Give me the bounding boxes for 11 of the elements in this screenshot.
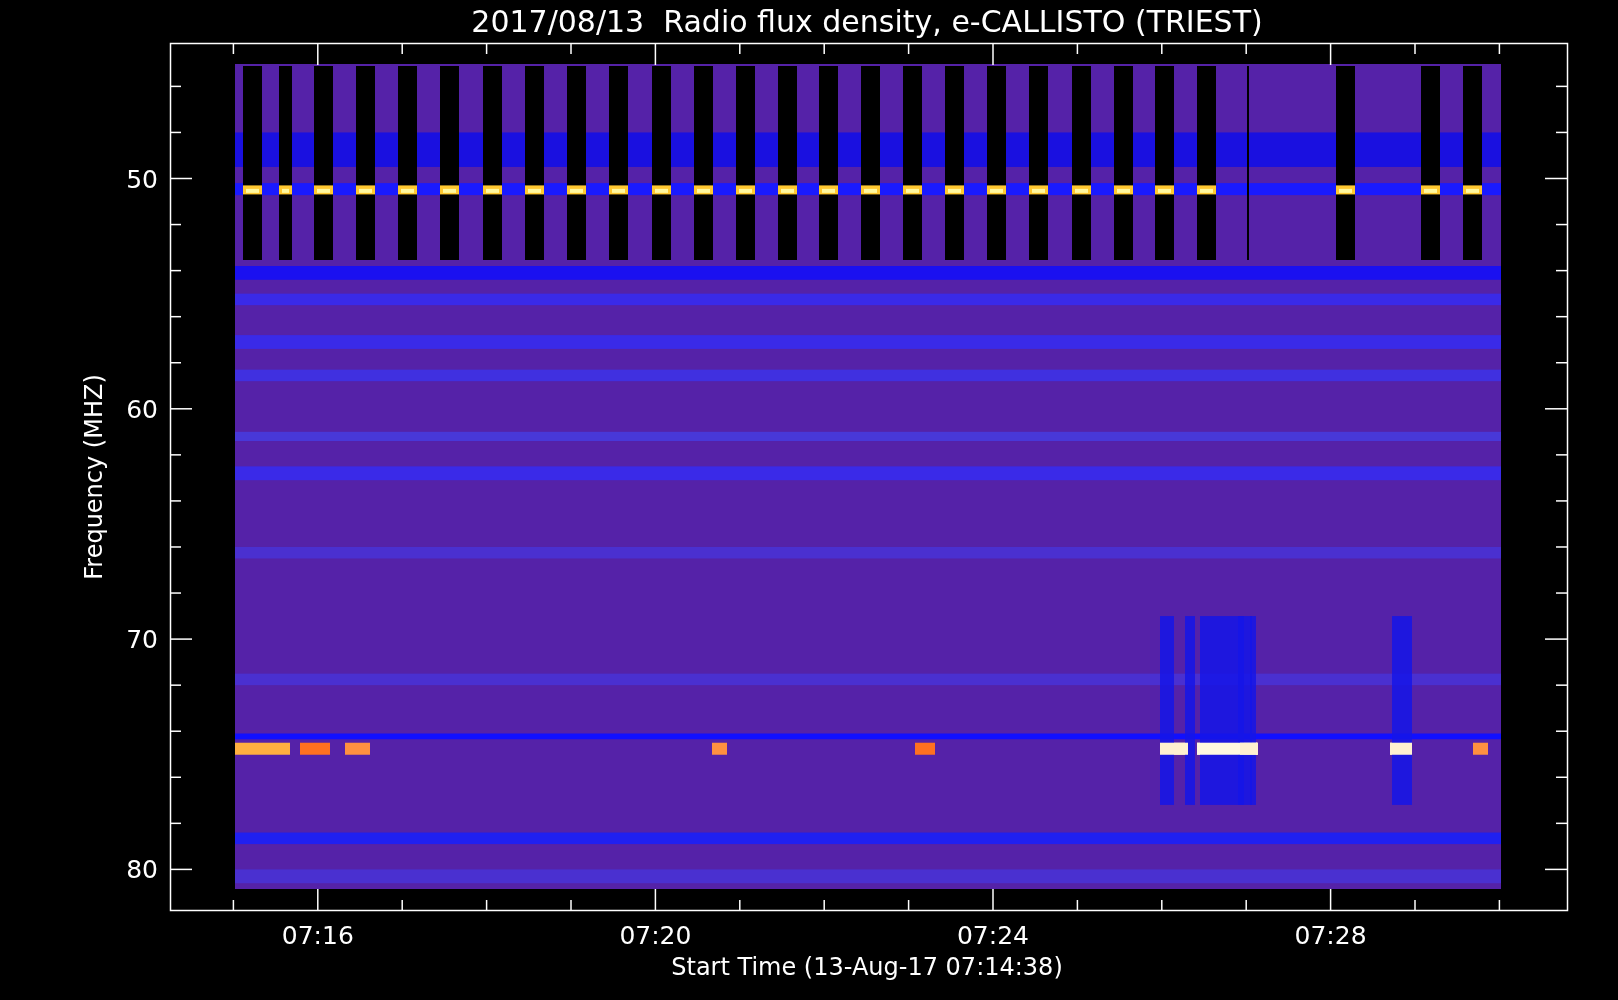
- x-tick-label: 07:28: [1294, 921, 1367, 950]
- y-tick-label: 80: [126, 855, 158, 885]
- y-tick-label: 60: [126, 394, 158, 424]
- x-axis-title: Start Time (13-Aug-17 07:14:38): [671, 953, 1063, 981]
- x-tick-label: 07:16: [281, 921, 354, 950]
- chart-title: 2017/08/13 Radio flux density, e-CALLISTO (TRIEST): [471, 4, 1263, 39]
- y-axis-title: Frequency (MHZ): [80, 374, 108, 580]
- y-tick-label: 50: [126, 164, 158, 194]
- x-tick-label: 07:20: [619, 921, 692, 950]
- x-tick-label: 07:24: [957, 921, 1029, 950]
- y-tick-label: 70: [126, 625, 158, 655]
